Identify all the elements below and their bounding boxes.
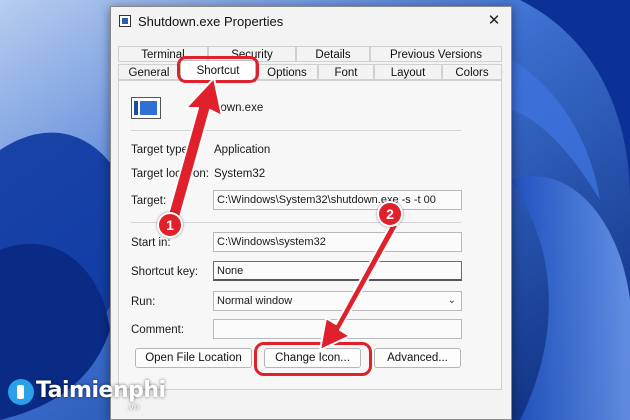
step-1-badge: 1 [157,212,183,238]
target-input[interactable]: C:\Windows\System32\shutdown.exe -s -t 0… [213,190,462,210]
run-select[interactable]: Normal window ⌄ [213,291,462,311]
tab-font[interactable]: Font [318,64,374,80]
run-select-value: Normal window [217,295,293,307]
shortcut-file-icon [119,15,131,27]
close-icon[interactable]: ✕ [483,11,505,31]
tab-colors[interactable]: Colors [442,64,502,80]
shortcut-tab-highlight [177,56,259,83]
divider [131,130,461,131]
window-title: Shutdown.exe Properties [138,14,284,29]
watermark-logo: Taimienphi .vn [8,374,178,414]
comment-input[interactable] [213,319,462,339]
advanced-button[interactable]: Advanced... [374,348,461,368]
comment-label: Comment: [131,324,185,336]
start-in-input[interactable]: C:\Windows\system32 [213,232,462,252]
shortcut-name: down.exe [214,102,264,114]
target-type-value: Application [214,144,271,156]
tab-general[interactable]: General [118,64,180,80]
target-location-value: System32 [214,168,266,180]
shortcut-key-input[interactable]: None [213,261,462,281]
chevron-down-icon[interactable]: ⌄ [448,292,456,310]
title-bar[interactable]: Shutdown.exe Properties ✕ [111,7,511,35]
brand-suffix: .vn [126,402,140,413]
open-file-location-button[interactable]: Open File Location [135,348,252,368]
run-label: Run: [131,296,156,308]
start-in-label: Start in: [131,237,171,249]
step-2-badge: 2 [377,201,403,227]
app-icon [131,97,161,119]
brand-logo-icon [8,379,34,405]
target-location-label: Target location: [131,168,209,180]
shortcut-key-label: Shortcut key: [131,266,199,278]
change-icon-highlight [254,342,372,376]
target-type-label: Target type: [131,144,192,156]
target-label: Target: [131,195,167,207]
tab-details[interactable]: Details [296,46,370,62]
tab-options[interactable]: Options [256,64,318,80]
tab-layout[interactable]: Layout [374,64,442,80]
brand-name: Taimienphi [36,378,166,403]
tab-previous-versions[interactable]: Previous Versions [370,46,502,62]
